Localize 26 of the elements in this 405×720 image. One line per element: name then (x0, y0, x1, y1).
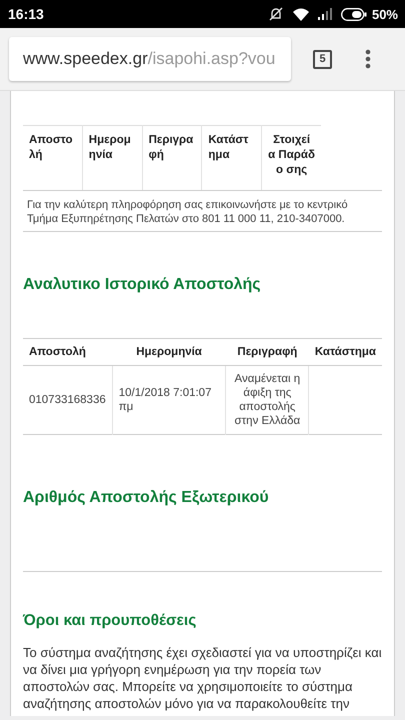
table-cell: Αναμένεται η άφιξη της αποστολής στην Ελλάδα (234, 373, 300, 427)
table-cell: 10/1/2018 7:01:07 πμ (118, 387, 212, 413)
section-heading: Όροι και προυποθέσεις (23, 612, 198, 630)
column-header: Κατάστ ημα (202, 126, 262, 190)
column-header: Ημερομ ηνία (82, 126, 142, 190)
battery-icon (340, 8, 367, 20)
muted-bell-icon (268, 7, 284, 21)
contact-note: Για την καλύτερη πληροφόρηση σας επικοινωνήστε με το κεντρικό Τμήμα Εξυπηρέτησης Πελατών στο 801 11 000 11, 210-3407000. (23, 190, 382, 232)
column-header: Στοιχεί α Παράδο σης (262, 126, 321, 190)
battery-percentage: 50% (372, 6, 398, 22)
signal-icon (318, 8, 332, 20)
section-heading: Αναλυτικο Ιστορικό Αποστολής (23, 276, 262, 294)
address-bar[interactable]: www.speedex.gr/isapohi.asp?vou (9, 37, 291, 81)
terms-paragraph: Το σύστημα αναζήτησης έχει σχεδιαστεί για να υποστηρίζει και να δίνει μια γρήγορη ενημέρωση για την πορεία των αποστολών σας. Μπορείτε να χρησιμοποιείτε το σύστημα αναζήτησης αποστολών μόνο για να παρακολουθείτε την (23, 644, 382, 712)
section-heading: Αριθμός Αποστολής Εξωτερικού (23, 489, 270, 507)
menu-icon[interactable] (365, 49, 371, 69)
wifi-icon (292, 8, 309, 20)
column-header: Περιγρα φή (142, 126, 202, 190)
column-header: Κατάστημα (308, 338, 382, 366)
column-header: Αποστο λή (23, 126, 82, 190)
column-header: Αποστολή (23, 338, 112, 366)
column-header: Περιγραφή (226, 338, 309, 366)
column-header: Ημερομηνία (112, 338, 226, 366)
tab-count-button[interactable]: 5 (313, 50, 332, 68)
table-cell: 010733168336 (29, 394, 106, 406)
clock: 16:13 (8, 6, 44, 22)
